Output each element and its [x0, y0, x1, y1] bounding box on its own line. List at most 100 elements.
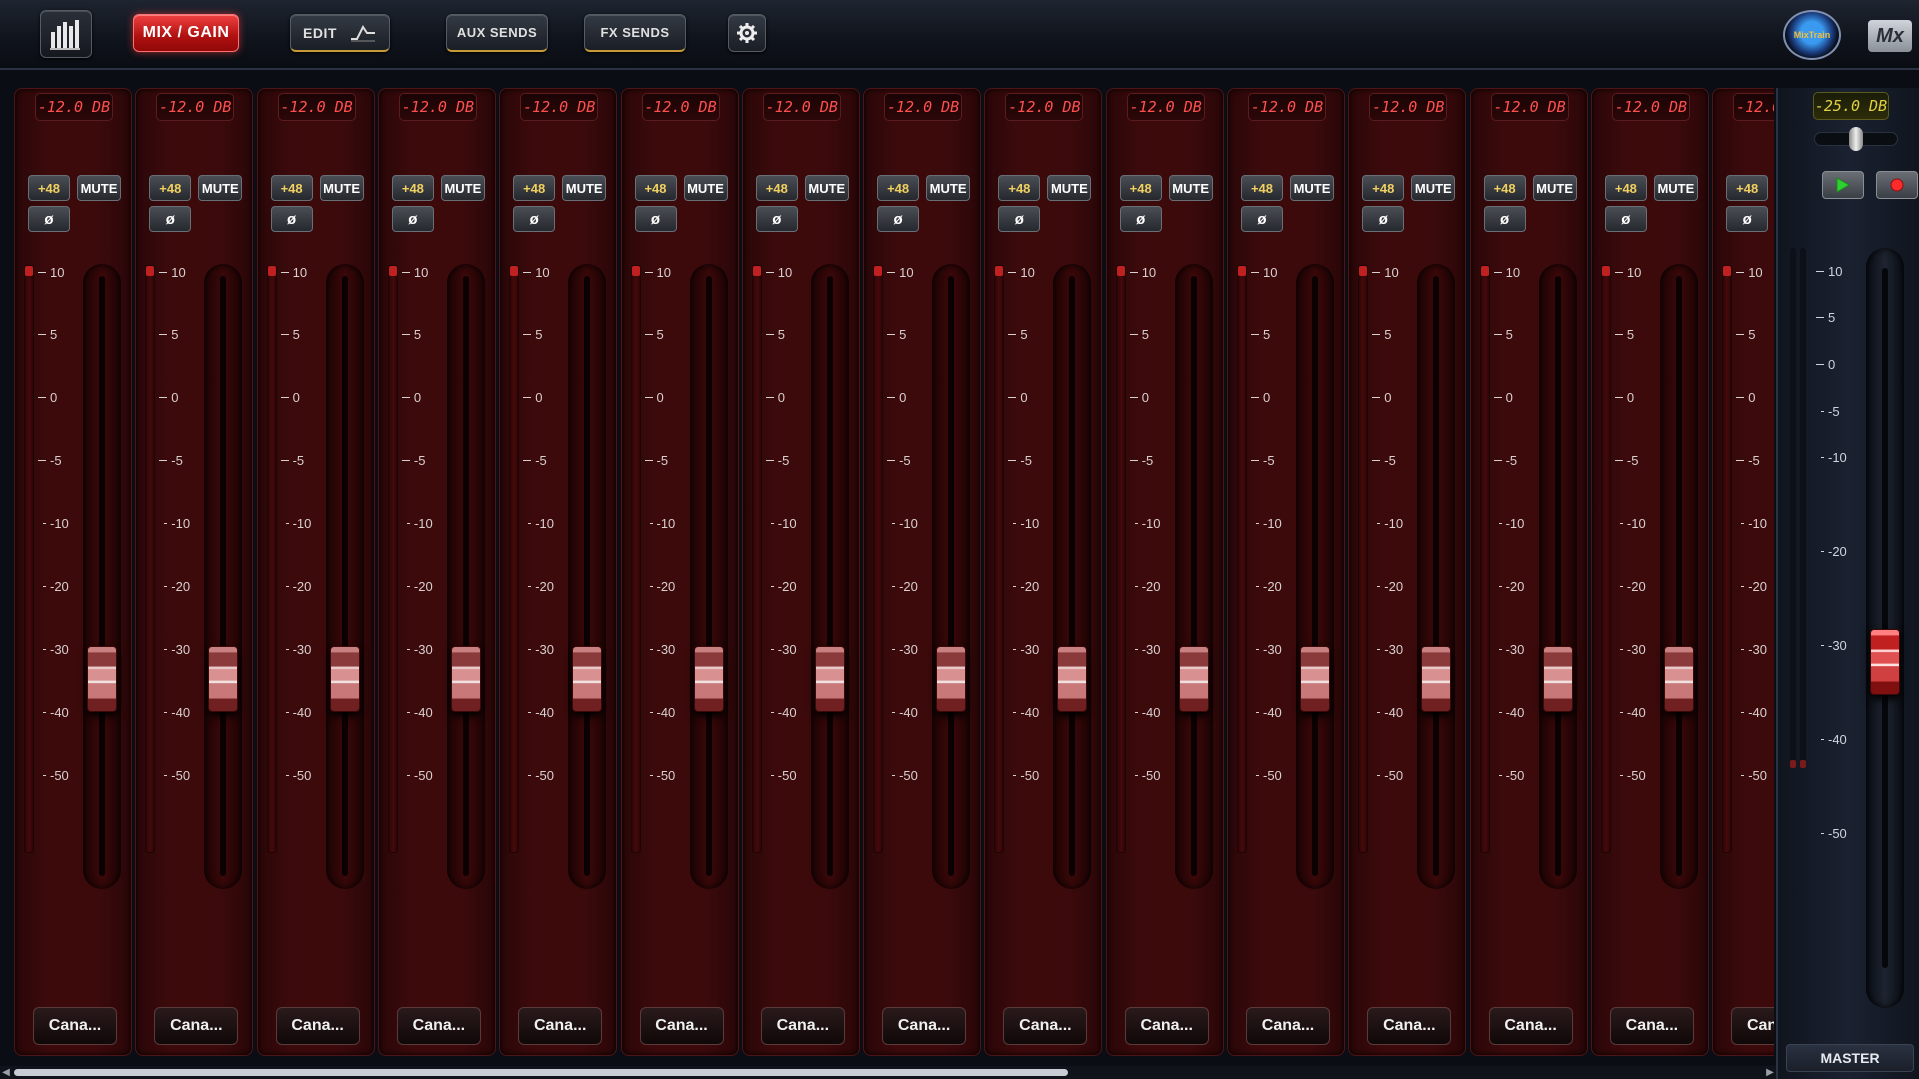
master-gain-display[interactable]: -25.0 DB [1813, 92, 1889, 120]
mute-button[interactable]: MUTE [1290, 175, 1334, 201]
mute-button[interactable]: MUTE [926, 175, 971, 201]
fader-knob[interactable] [693, 646, 724, 713]
phantom-power-button[interactable]: +48 [755, 175, 798, 201]
mute-button[interactable]: MUTE [1047, 175, 1092, 201]
scroll-right-arrow-icon[interactable]: ▶ [1764, 1066, 1776, 1079]
mix-gain-tab[interactable]: MIX / GAIN [133, 14, 239, 52]
channel-fader[interactable] [932, 264, 971, 889]
channel-fader[interactable] [1053, 264, 1092, 889]
channel-fader[interactable] [446, 264, 485, 889]
phase-invert-button[interactable]: ø [877, 206, 920, 232]
channel-name-button[interactable]: Cana... [1731, 1007, 1774, 1045]
phantom-power-button[interactable]: +48 [1604, 175, 1647, 201]
channel-fader[interactable] [83, 264, 121, 889]
channel-fader[interactable] [568, 264, 607, 889]
channel-name-button[interactable]: Cana... [1124, 1007, 1209, 1045]
mute-button[interactable]: MUTE [198, 175, 243, 201]
channel-name-button[interactable]: Cana... [1609, 1007, 1694, 1045]
meter-view-button[interactable] [40, 10, 92, 58]
channel-fader[interactable] [1659, 264, 1698, 889]
channel-name-button[interactable]: Cana... [882, 1007, 967, 1045]
mute-button[interactable]: MUTE [1653, 175, 1698, 201]
channel-gain-display[interactable]: -12.0 DB [762, 93, 841, 121]
channel-gain-display[interactable]: -12.0 DB [520, 93, 599, 121]
channel-gain-display[interactable]: -12.0 DB [1490, 93, 1569, 121]
phantom-power-button[interactable]: +48 [149, 175, 192, 201]
channel-name-button[interactable]: Cana... [1246, 1007, 1330, 1045]
mute-button[interactable]: MUTE [1411, 175, 1456, 201]
channel-fader[interactable] [325, 264, 364, 889]
master-pan-slider[interactable] [1814, 127, 1898, 151]
phantom-power-button[interactable]: +48 [998, 175, 1041, 201]
record-button[interactable] [1876, 171, 1918, 199]
fader-knob[interactable] [87, 646, 117, 713]
channel-name-button[interactable]: Cana... [1367, 1007, 1452, 1045]
channel-fader[interactable] [689, 264, 728, 889]
channel-fader[interactable] [204, 264, 243, 889]
phantom-power-button[interactable]: +48 [877, 175, 920, 201]
mute-button[interactable]: MUTE [440, 175, 485, 201]
fader-knob[interactable] [1663, 646, 1694, 713]
phase-invert-button[interactable]: ø [513, 206, 556, 232]
phase-invert-button[interactable]: ø [755, 206, 798, 232]
fader-knob[interactable] [1057, 646, 1088, 713]
master-fader-knob[interactable] [1870, 629, 1900, 696]
channel-gain-display[interactable]: -12.0 DB [884, 93, 963, 121]
channel-gain-display[interactable]: -12.0 DB [1369, 93, 1448, 121]
phase-invert-button[interactable]: ø [270, 206, 313, 232]
channel-name-button[interactable]: Cana... [1003, 1007, 1088, 1045]
channel-fader[interactable] [1417, 264, 1456, 889]
master-fader[interactable] [1866, 248, 1904, 1008]
phantom-power-button[interactable]: +48 [1726, 175, 1769, 201]
scrollbar-thumb[interactable] [14, 1069, 1068, 1076]
channel-gain-display[interactable]: -12.0 DB [35, 93, 113, 121]
channel-fader[interactable] [1538, 264, 1577, 889]
phase-invert-button[interactable]: ø [391, 206, 434, 232]
fader-knob[interactable] [1542, 646, 1573, 713]
aux-sends-tab[interactable]: AUX SENDS [446, 14, 548, 52]
fader-knob[interactable] [936, 646, 967, 713]
master-pan-knob[interactable] [1849, 127, 1863, 151]
phase-invert-button[interactable]: ø [998, 206, 1041, 232]
channel-gain-display[interactable]: -12.0 DB [1733, 93, 1774, 121]
channel-gain-display[interactable]: -12.0 DB [1005, 93, 1084, 121]
fader-knob[interactable] [814, 646, 845, 713]
channel-gain-display[interactable]: -12.0 DB [641, 93, 720, 121]
phantom-power-button[interactable]: +48 [1362, 175, 1405, 201]
phantom-power-button[interactable]: +48 [634, 175, 677, 201]
channel-gain-display[interactable]: -12.0 DB [1611, 93, 1690, 121]
channel-name-button[interactable]: Cana... [1488, 1007, 1573, 1045]
channel-fader[interactable] [810, 264, 849, 889]
phantom-power-button[interactable]: +48 [513, 175, 556, 201]
phase-invert-button[interactable]: ø [1726, 206, 1769, 232]
fader-knob[interactable] [450, 646, 481, 713]
master-label[interactable]: MASTER [1786, 1044, 1914, 1072]
phase-invert-button[interactable]: ø [1604, 206, 1647, 232]
channel-name-button[interactable]: Cana... [639, 1007, 724, 1045]
phantom-power-button[interactable]: +48 [1483, 175, 1526, 201]
fader-knob[interactable] [329, 646, 360, 713]
channel-name-button[interactable]: Cana... [518, 1007, 603, 1045]
channel-name-button[interactable]: Cana... [154, 1007, 239, 1045]
phase-invert-button[interactable]: ø [634, 206, 677, 232]
mute-button[interactable]: MUTE [77, 175, 121, 201]
fx-sends-tab[interactable]: FX SENDS [584, 14, 686, 52]
mute-button[interactable]: MUTE [1532, 175, 1577, 201]
fader-knob[interactable] [208, 646, 239, 713]
phantom-power-button[interactable]: +48 [391, 175, 434, 201]
channel-name-button[interactable]: Cana... [396, 1007, 481, 1045]
edit-tab[interactable]: EDIT [290, 14, 390, 52]
channel-gain-display[interactable]: -12.0 DB [277, 93, 356, 121]
mute-button[interactable]: MUTE [562, 175, 607, 201]
channel-fader[interactable] [1174, 264, 1213, 889]
phase-invert-button[interactable]: ø [28, 206, 70, 232]
settings-button[interactable] [728, 14, 766, 52]
mute-button[interactable]: MUTE [683, 175, 728, 201]
mute-button[interactable]: MUTE [319, 175, 364, 201]
channel-gain-display[interactable]: -12.0 DB [398, 93, 477, 121]
channel-fader[interactable] [1296, 264, 1334, 889]
phase-invert-button[interactable]: ø [1362, 206, 1405, 232]
phantom-power-button[interactable]: +48 [1241, 175, 1283, 201]
channel-name-button[interactable]: Cana... [275, 1007, 360, 1045]
fader-knob[interactable] [1178, 646, 1209, 713]
